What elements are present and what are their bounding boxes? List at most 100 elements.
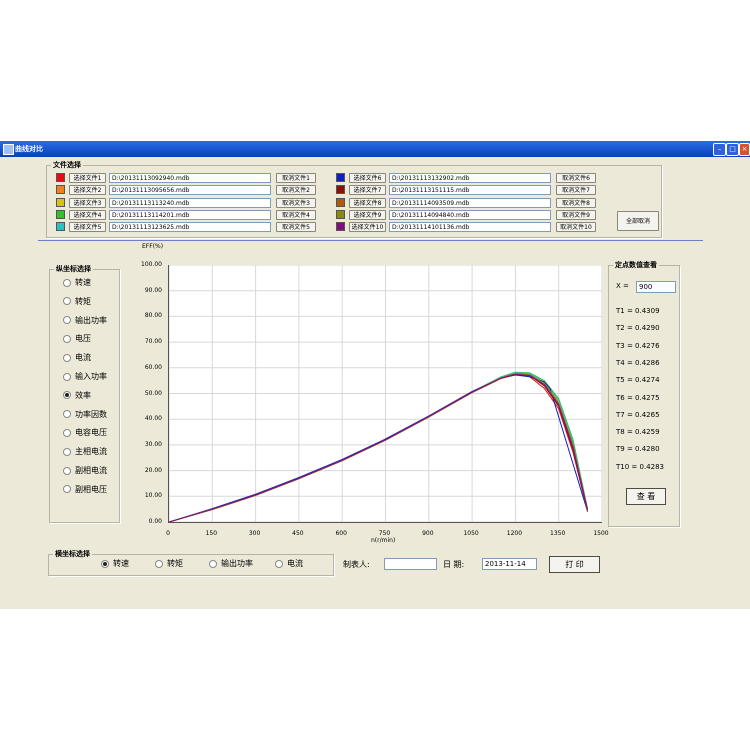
x-axis-option[interactable]: 转速 [101, 558, 129, 570]
file-path-field[interactable]: D:\20131113123625.mdb [109, 222, 271, 233]
select-file-button[interactable]: 选择文件6 [349, 173, 386, 183]
y-axis-option[interactable]: 转矩 [63, 296, 91, 308]
radio-icon[interactable] [63, 372, 71, 381]
clear-file-button[interactable]: 取消文件10 [556, 222, 596, 233]
x-axis-option[interactable]: 电流 [275, 558, 303, 570]
view-button[interactable]: 查 看 [626, 488, 666, 505]
title-bar: 曲线对比 – □ × [0, 141, 750, 157]
t-value-row: T2 = 0.4290 [616, 324, 660, 333]
x-axis-option-label: 转矩 [167, 559, 183, 568]
y-tick-label: 0.00 [148, 518, 162, 525]
radio-icon[interactable] [63, 297, 71, 306]
y-axis-option[interactable]: 副相电流 [63, 465, 107, 477]
file-path-field[interactable]: D:\20131114094840.mdb [389, 209, 551, 220]
print-button[interactable]: 打 印 [549, 556, 600, 573]
y-axis-option[interactable]: 电容电压 [63, 427, 107, 439]
file-color-swatch [336, 185, 345, 195]
radio-icon[interactable] [63, 391, 71, 400]
radio-icon[interactable] [155, 559, 163, 568]
file-path-field[interactable]: D:\20131113092940.mdb [109, 173, 271, 183]
file-color-swatch [56, 197, 65, 207]
t-value-row: T4 = 0.4286 [616, 358, 660, 367]
y-axis-option[interactable]: 电流 [63, 352, 91, 364]
x-axis-option[interactable]: 转矩 [155, 558, 183, 570]
y-axis-option[interactable]: 输入功率 [63, 371, 107, 383]
x-tick-label: 900 [422, 530, 434, 537]
y-axis-option[interactable]: 副相电压 [63, 484, 107, 496]
clear-file-button[interactable]: 取消文件8 [556, 197, 596, 208]
y-axis-option[interactable]: 转速 [63, 277, 91, 289]
x-axis-option[interactable]: 输出功率 [209, 558, 253, 570]
radio-icon[interactable] [63, 353, 71, 362]
radio-icon[interactable] [63, 466, 71, 475]
radio-icon[interactable] [63, 447, 71, 456]
radio-icon[interactable] [63, 428, 71, 437]
y-axis-option[interactable]: 效率 [63, 390, 91, 402]
clear-file-button[interactable]: 取消文件9 [556, 209, 596, 220]
radio-icon[interactable] [101, 559, 109, 568]
select-file-button[interactable]: 选择文件1 [69, 173, 106, 183]
select-file-button[interactable]: 选择文件5 [69, 222, 106, 233]
select-file-button[interactable]: 选择文件2 [69, 185, 106, 196]
y-axis-option[interactable]: 输出功率 [63, 315, 107, 327]
radio-icon[interactable] [63, 485, 71, 494]
file-path-field[interactable]: D:\20131113132902.mdb [389, 173, 551, 183]
date-input[interactable]: 2013-11-14 [482, 558, 537, 570]
clear-file-button[interactable]: 取消文件4 [276, 209, 316, 220]
y-axis-option[interactable]: 主相电流 [63, 446, 107, 458]
clear-file-button[interactable]: 取消文件1 [276, 173, 316, 183]
select-file-button[interactable]: 选择文件7 [349, 185, 386, 196]
select-file-button[interactable]: 选择文件8 [349, 197, 386, 208]
clear-file-button[interactable]: 取消文件7 [556, 185, 596, 196]
maximize-icon[interactable]: □ [726, 143, 739, 156]
x-tick-label: 1500 [593, 530, 609, 537]
radio-icon[interactable] [63, 410, 71, 419]
x-tick-label: 1200 [506, 530, 523, 537]
clear-all-button[interactable]: 全部取消 [617, 211, 659, 231]
y-axis-option[interactable]: 电压 [63, 333, 91, 345]
radio-icon[interactable] [63, 316, 71, 325]
main-window: 曲线对比 – □ × 文件选择 选择文件1 D:\20131113092940.m… [0, 141, 750, 609]
file-path-field[interactable]: D:\20131113113240.mdb [109, 197, 271, 208]
series-line [168, 371, 589, 523]
radio-icon[interactable] [209, 559, 217, 568]
maker-input[interactable] [384, 558, 437, 570]
file-color-swatch [336, 209, 345, 219]
app-icon [3, 144, 14, 155]
y-tick-label: 30.00 [144, 440, 162, 448]
y-tick-label: 70.00 [144, 338, 162, 346]
y-axis-select-legend: 纵坐标选择 [54, 264, 93, 274]
y-tick-label: 50.00 [144, 389, 162, 397]
file-path-field[interactable]: D:\20131114101136.mdb [389, 222, 551, 233]
file-path-field[interactable]: D:\20131114093509.mdb [389, 197, 551, 208]
file-path-field[interactable]: D:\20131113095656.mdb [109, 185, 271, 196]
file-path-field[interactable]: D:\20131113151115.mdb [389, 185, 551, 196]
x-tick-label: 1350 [550, 530, 566, 537]
separator [38, 240, 703, 241]
radio-icon[interactable] [63, 278, 71, 287]
minimize-icon[interactable]: – [713, 143, 726, 156]
t-value-row: T9 = 0.4280 [616, 445, 660, 454]
clear-file-button[interactable]: 取消文件5 [276, 222, 316, 233]
series-line [168, 372, 589, 523]
radio-icon[interactable] [275, 559, 283, 568]
y-axis-option[interactable]: 功率因数 [63, 409, 107, 421]
y-axis-option-label: 功率因数 [75, 409, 107, 419]
x-value-input[interactable]: 900 [636, 281, 676, 293]
select-file-button[interactable]: 选择文件4 [69, 209, 106, 220]
y-axis-option-label: 效率 [75, 390, 91, 400]
close-icon[interactable]: × [739, 143, 750, 156]
clear-file-button[interactable]: 取消文件6 [556, 173, 596, 183]
clear-file-button[interactable]: 取消文件3 [276, 197, 316, 208]
x-axis-option-label: 电流 [287, 559, 303, 568]
file-path-field[interactable]: D:\20131113114201.mdb [109, 209, 271, 220]
y-tick-label: 60.00 [144, 363, 162, 371]
y-axis-option-label: 副相电压 [75, 484, 107, 494]
radio-icon[interactable] [63, 334, 71, 343]
clear-file-button[interactable]: 取消文件2 [276, 185, 316, 196]
series-line [168, 373, 589, 523]
select-file-button[interactable]: 选择文件3 [69, 197, 106, 208]
select-file-button[interactable]: 选择文件10 [349, 222, 386, 233]
select-file-button[interactable]: 选择文件9 [349, 209, 386, 220]
maker-label: 制表人: [343, 560, 370, 569]
